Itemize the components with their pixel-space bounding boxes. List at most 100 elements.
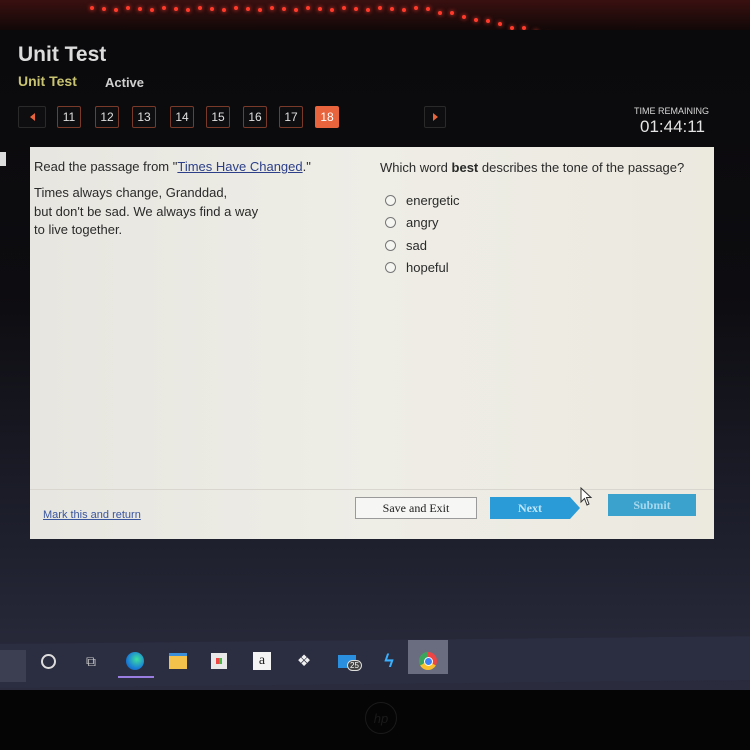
edge-icon[interactable]	[124, 650, 146, 672]
passage-line: Times always change, Granddad,	[34, 185, 228, 200]
answer-option-angry[interactable]: angry	[380, 212, 710, 235]
led-light	[294, 8, 298, 12]
status-label: Active	[105, 75, 145, 90]
passage-column: Read the passage from "Times Have Change…	[34, 159, 354, 240]
prompt-suffix: ."	[302, 159, 311, 174]
chrome-icon[interactable]	[417, 650, 439, 672]
led-light	[258, 8, 262, 12]
led-light	[270, 6, 274, 10]
question-nav-13[interactable]: 13	[132, 106, 156, 128]
radio-button[interactable]	[385, 239, 396, 251]
led-light	[462, 14, 466, 19]
file-explorer-icon[interactable]	[167, 650, 189, 672]
led-light	[486, 18, 490, 23]
stem-text: describes the tone of the passage?	[478, 160, 685, 175]
next-button[interactable]: Next	[490, 497, 580, 519]
save-and-exit-button[interactable]: Save and Exit	[355, 497, 477, 519]
led-light	[246, 7, 250, 11]
app-icon[interactable]: ϟ	[378, 650, 400, 672]
triangle-right-icon	[432, 113, 438, 121]
taskbar	[0, 636, 750, 688]
option-label[interactable]: hopeful	[406, 260, 449, 275]
course-subtitle: Unit Test	[18, 73, 77, 89]
led-light	[126, 6, 130, 10]
page-title: Unit Test	[18, 43, 107, 66]
time-remaining-value: 01:44:11	[640, 117, 705, 136]
led-light	[498, 22, 502, 26]
led-light	[366, 8, 370, 12]
hp-logo: hp	[365, 702, 397, 734]
footer-divider	[30, 489, 714, 490]
side-tab[interactable]	[0, 152, 6, 166]
option-label[interactable]: energetic	[406, 193, 459, 208]
stem-text: Which word	[380, 160, 452, 175]
led-light	[102, 7, 106, 11]
led-light	[414, 6, 418, 10]
option-label[interactable]: sad	[406, 238, 427, 253]
led-light	[222, 8, 226, 12]
question-nav-17[interactable]: 17	[279, 106, 303, 128]
led-light	[330, 8, 334, 12]
amazon-icon[interactable]: a	[251, 650, 273, 672]
led-light	[318, 7, 322, 11]
led-light	[162, 6, 166, 10]
cortana-icon[interactable]	[37, 650, 59, 672]
stem-bold: best	[451, 160, 479, 175]
led-light	[450, 11, 454, 15]
led-light	[234, 6, 238, 10]
question-nav-14[interactable]: 14	[170, 106, 194, 128]
led-light	[198, 6, 202, 10]
time-remaining-label: TIME REMAINING	[634, 106, 710, 116]
led-light	[174, 7, 178, 11]
dropbox-icon[interactable]: ❖	[293, 650, 315, 672]
passage-line: to live together.	[34, 222, 123, 237]
led-light	[426, 7, 430, 11]
led-light	[354, 7, 358, 11]
task-view-icon[interactable]: ⧉	[80, 650, 102, 672]
option-label[interactable]: angry	[406, 215, 439, 230]
led-light	[474, 18, 478, 22]
led-light	[186, 8, 190, 12]
led-light	[342, 6, 346, 10]
mail-badge: 25	[347, 659, 362, 671]
mouse-cursor-icon	[580, 487, 593, 506]
submit-button[interactable]: Submit	[608, 494, 696, 516]
question-nav-18-current[interactable]: 18	[315, 106, 339, 128]
mail-icon[interactable]: 25	[336, 650, 362, 672]
prev-question-button[interactable]	[18, 106, 46, 128]
search-box[interactable]	[0, 650, 26, 682]
question-column: Which word best describes the tone of th…	[380, 160, 710, 279]
radio-button[interactable]	[385, 194, 396, 206]
question-nav-16[interactable]: 16	[243, 106, 267, 128]
passage-line: but don't be sad. We always find a way	[34, 203, 259, 219]
active-indicator	[118, 676, 154, 678]
question-nav-12[interactable]: 12	[95, 106, 119, 128]
led-light	[390, 7, 394, 11]
answer-options: energetic angry sad hopeful	[380, 189, 710, 279]
question-panel: Read the passage from "Times Have Change…	[30, 147, 714, 539]
answer-option-sad[interactable]: sad	[380, 234, 710, 257]
led-light	[306, 6, 310, 10]
led-light	[114, 8, 118, 12]
led-light	[438, 10, 442, 15]
answer-option-hopeful[interactable]: hopeful	[380, 257, 710, 280]
radio-button[interactable]	[385, 217, 396, 229]
question-nav-11[interactable]: 11	[57, 106, 81, 128]
radio-button[interactable]	[385, 262, 396, 274]
triangle-left-icon	[29, 113, 35, 121]
amazon-glyph: a	[253, 652, 271, 670]
passage-title-link[interactable]: Times Have Changed	[177, 159, 302, 174]
next-question-button[interactable]	[424, 106, 446, 128]
led-light	[90, 6, 94, 10]
led-light	[378, 6, 382, 10]
passage-text: Times always change, Granddad, but don't…	[34, 184, 354, 240]
question-nav-15[interactable]: 15	[206, 106, 230, 128]
store-icon[interactable]	[208, 650, 230, 672]
led-light	[510, 25, 514, 30]
answer-option-energetic[interactable]: energetic	[380, 189, 710, 212]
question-stem: Which word best describes the tone of th…	[380, 160, 710, 175]
passage-prompt: Read the passage from "Times Have Change…	[34, 159, 354, 174]
prompt-prefix: Read the passage from "	[34, 159, 178, 174]
mark-and-return-link[interactable]: Mark this and return	[43, 509, 141, 521]
led-light	[138, 7, 142, 11]
